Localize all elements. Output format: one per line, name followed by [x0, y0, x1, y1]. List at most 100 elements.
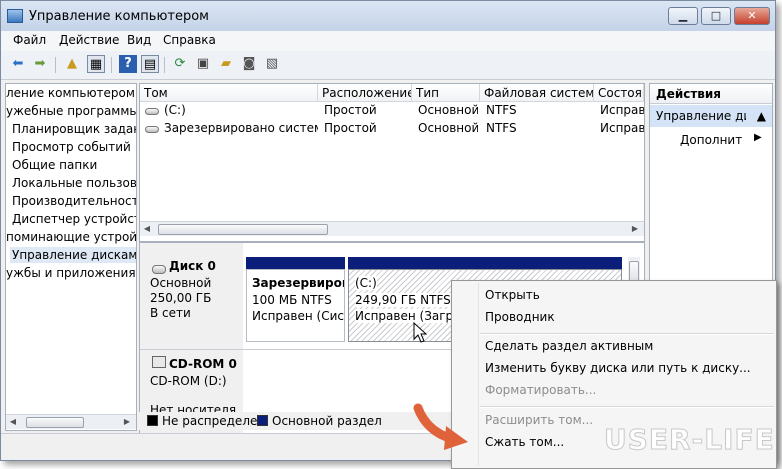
properties-button[interactable]: ▣ [194, 55, 212, 73]
refresh-icon: ⟳ [174, 56, 186, 71]
scroll-thumb[interactable] [26, 417, 84, 428]
scroll-left-icon[interactable]: ◀ [6, 415, 20, 429]
minimize-button[interactable]: ▁ [668, 7, 698, 25]
column-header-filesystem[interactable]: Файловая система [480, 84, 594, 102]
menu-file[interactable]: Файл [13, 33, 46, 47]
drive-icon [145, 108, 159, 115]
toolbar-separator [55, 57, 56, 73]
disk-size: 250,00 ГБ [150, 291, 212, 305]
window-title: Управление компьютером [29, 9, 209, 24]
column-header-layout[interactable]: Расположение [318, 84, 412, 102]
maximize-button[interactable]: □ [701, 7, 731, 25]
minimize-icon: ▁ [678, 9, 688, 22]
forward-arrow-icon: ➡ [34, 56, 46, 71]
column-header-status[interactable]: Состояние [594, 84, 644, 102]
partition-name: (C:) [355, 276, 377, 290]
drive-icon [145, 126, 159, 133]
tree-item-event-viewer[interactable]: Просмотр событий [12, 140, 131, 154]
disk-name: Диск 0 [169, 259, 216, 273]
volume-filesystem: NTFS [486, 121, 517, 135]
tree-item-local-users[interactable]: Локальные пользователи [12, 176, 136, 190]
menu-gutter [478, 283, 479, 466]
tree-item-shared-folders[interactable]: Общие папки [12, 158, 97, 172]
menu-bar: Файл Действие Вид Справка [1, 31, 775, 51]
scroll-right-icon[interactable]: ▶ [628, 222, 642, 236]
column-header-volume[interactable]: Том [140, 84, 318, 102]
forward-button[interactable]: ➡ [31, 55, 49, 73]
legend-label-unallocated: Не распределен [162, 414, 266, 428]
actions-more[interactable]: Дополнительные действия [680, 133, 742, 147]
volume-horizontal-scrollbar[interactable]: ◀ ▶ [140, 221, 644, 236]
toolbar-separator [111, 57, 112, 73]
disk-legend: Не распределен Основной раздел [139, 412, 451, 430]
hard-disk-icon [152, 265, 166, 274]
disk-type: Основной [150, 276, 212, 290]
tree-item-system-tools[interactable]: ужебные программы [6, 104, 136, 118]
volume-type: Основной [418, 103, 478, 117]
volume-status: Исправен [600, 121, 644, 135]
actions-more-label: Дополнительные действия [680, 133, 742, 147]
close-button[interactable]: ✕ [734, 7, 770, 25]
up-level-button[interactable]: ▲ [63, 55, 81, 73]
menu-help[interactable]: Справка [163, 33, 216, 47]
legend-swatch-primary [257, 415, 268, 426]
maximize-icon: □ [710, 9, 722, 22]
menu-view[interactable]: Вид [127, 33, 151, 47]
tree-item-task-scheduler[interactable]: Планировщик заданий [12, 122, 136, 136]
help-button[interactable]: ? [119, 55, 137, 73]
back-arrow-icon: ⬅ [12, 56, 24, 71]
column-header-type[interactable]: Тип [412, 84, 480, 102]
scroll-right-icon[interactable]: ▶ [120, 415, 134, 429]
properties-icon: ▣ [196, 56, 210, 71]
export-list-button[interactable]: ▧ [263, 55, 281, 73]
collapse-triangle-icon[interactable]: ▲ [757, 105, 766, 127]
partition-reserved[interactable]: Зарезервировано системой 100 МБ NTFS Исп… [246, 269, 345, 342]
show-actions-button[interactable]: ▤ [141, 55, 159, 73]
scroll-thumb[interactable] [158, 224, 328, 235]
disk-properties-button[interactable]: ◙ [240, 55, 258, 73]
disk-check-icon: ◙ [242, 56, 256, 71]
partition-status: Исправен (Система, Активен) [252, 309, 344, 323]
cdrom-drive: CD-ROM (D:) [150, 374, 227, 388]
primary-partition-bar [246, 257, 345, 269]
tree-item-storage[interactable]: поминающие устройства [6, 230, 136, 244]
menu-action[interactable]: Действие [59, 33, 119, 47]
volume-layout: Простой [324, 121, 377, 135]
help-icon: ? [124, 56, 132, 71]
show-tree-button[interactable]: ▦ [87, 55, 105, 73]
menu-item-shrink[interactable]: Сжать том... [485, 435, 564, 449]
menu-item-change-letter[interactable]: Изменить букву диска или путь к диску... [485, 361, 751, 375]
tree-item-disk-management[interactable]: Управление дисками [10, 247, 136, 263]
menu-item-mark-active[interactable]: Сделать раздел активным [485, 339, 653, 353]
partition-name: Зарезервировано системой [252, 276, 344, 290]
menu-item-format: Форматировать... [485, 383, 597, 397]
refresh-button[interactable]: ⟳ [171, 55, 189, 73]
menu-separator [480, 333, 774, 335]
title-bar[interactable]: Управление компьютером ▁ □ ✕ [1, 1, 775, 31]
close-icon: ✕ [747, 9, 757, 22]
volume-list: Том Расположение Тип Файловая система Со… [139, 83, 645, 242]
open-folder-button[interactable]: ▰ [217, 55, 235, 73]
scroll-left-icon[interactable]: ◀ [140, 222, 154, 236]
legend-label-primary: Основной раздел [272, 414, 382, 428]
console-tree: ление компьютером (л ужебные программы П… [5, 83, 137, 431]
primary-partition-bar [348, 257, 622, 269]
cdrom-icon [152, 356, 166, 368]
back-button[interactable]: ⬅ [9, 55, 27, 73]
menu-item-open[interactable]: Открыть [485, 288, 540, 302]
tree-item-device-manager[interactable]: Диспетчер устройств [12, 212, 136, 226]
tree-horizontal-scrollbar[interactable]: ◀ ▶ [6, 414, 136, 429]
tree-item-performance[interactable]: Производительность [12, 194, 136, 208]
partition-size: 249,90 ГБ NTFS [355, 293, 451, 307]
menu-item-explorer[interactable]: Проводник [485, 310, 555, 324]
mouse-cursor-icon [413, 322, 427, 343]
volume-layout: Простой [324, 103, 377, 117]
volume-name: Зарезервировано системой [164, 121, 318, 135]
watermark-logo: USER-LIFE [604, 423, 775, 457]
tree-item-services-apps[interactable]: ужбы и приложения [6, 266, 136, 280]
tree-item-computer-management[interactable]: ление компьютером (л [6, 86, 136, 100]
folder-up-icon: ▲ [67, 56, 77, 71]
highlight-arrow-icon [413, 403, 468, 450]
volume-name: (C:) [164, 103, 186, 117]
actions-disk-management[interactable]: Управление дисками ▲ [650, 105, 772, 127]
